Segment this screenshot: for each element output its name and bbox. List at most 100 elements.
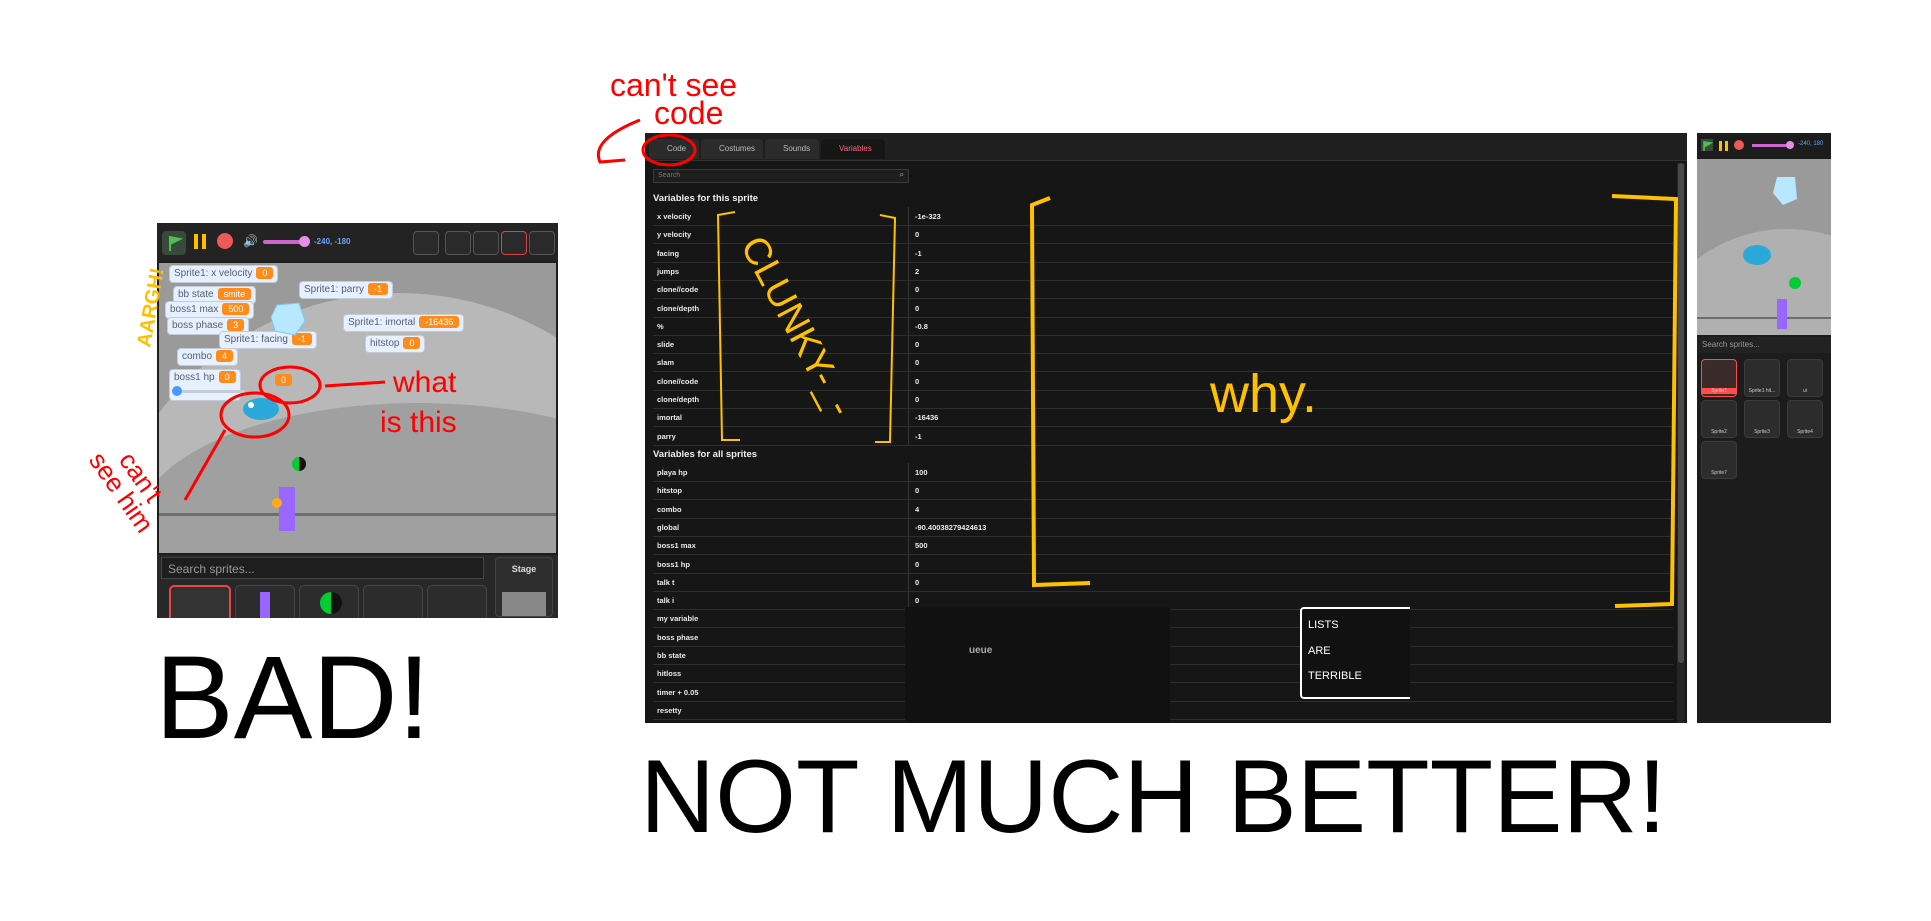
sprite-thumb[interactable]: Sprite3 bbox=[1744, 400, 1780, 438]
variable-value[interactable]: 0 bbox=[915, 486, 919, 495]
variable-value[interactable]: 4 bbox=[915, 505, 919, 514]
variable-value[interactable]: 0 bbox=[915, 230, 919, 239]
variable-name: slam bbox=[657, 358, 675, 368]
variable-name: facing bbox=[657, 248, 680, 258]
right-pause-button[interactable] bbox=[1719, 139, 1729, 151]
right-sprite-search-input[interactable]: Search sprites... bbox=[1697, 337, 1831, 353]
column-divider bbox=[908, 517, 909, 536]
sprite-thumb-label: Sprite4 bbox=[1797, 429, 1813, 435]
monitor-hitstop: hitstop 0 bbox=[365, 335, 426, 353]
green-flag-button[interactable] bbox=[162, 231, 186, 255]
column-divider bbox=[908, 499, 909, 518]
variable-name: y velocity bbox=[657, 230, 692, 240]
sprite-thumb-3[interactable] bbox=[299, 585, 359, 618]
variable-value[interactable]: 0 bbox=[915, 377, 919, 386]
variable-value[interactable]: 0 bbox=[915, 395, 919, 404]
volume-slider[interactable] bbox=[263, 236, 310, 247]
fullscreen-button[interactable] bbox=[529, 231, 555, 255]
variable-row: jumps 2 bbox=[653, 261, 1673, 281]
small-stage-button[interactable] bbox=[445, 231, 471, 255]
variable-value[interactable]: 500 bbox=[915, 541, 928, 550]
stop-button[interactable] bbox=[217, 233, 233, 249]
console-button[interactable] bbox=[413, 231, 439, 255]
stage-canvas[interactable]: Sprite1: x velocity 0 bb state smite Sprit… bbox=[159, 263, 556, 553]
variable-row: global -90.40038279424613 bbox=[653, 517, 1673, 537]
sprite-thumb[interactable]: Sprite7 bbox=[1701, 441, 1737, 479]
list-monitor bbox=[905, 607, 1170, 723]
variable-name: jumps bbox=[657, 266, 680, 276]
variable-value[interactable]: 0 bbox=[915, 578, 919, 587]
variable-value[interactable]: 2 bbox=[915, 267, 919, 276]
editor-scrollbar[interactable] bbox=[1677, 163, 1685, 723]
variable-name: my variable bbox=[657, 614, 699, 624]
monitor-imortal: Sprite1: imortal -16436 bbox=[343, 314, 465, 332]
tab-costumes[interactable]: Costumes bbox=[701, 139, 763, 159]
sprite-thumb[interactable]: ui bbox=[1787, 359, 1823, 397]
column-divider bbox=[908, 225, 909, 244]
variable-value[interactable]: 0 bbox=[915, 304, 919, 313]
variable-name: imortal bbox=[657, 413, 683, 423]
variable-row: % -0.8 bbox=[653, 316, 1673, 336]
sprite-thumb[interactable]: Sprite1 hit... bbox=[1744, 359, 1780, 397]
half-circle-ui-sprite bbox=[292, 457, 306, 471]
tab-sounds[interactable]: Sounds bbox=[765, 139, 819, 159]
tab-variables[interactable]: Variables bbox=[821, 139, 885, 159]
column-divider bbox=[908, 335, 909, 354]
variable-row: hitstop 0 bbox=[653, 481, 1673, 501]
variable-name: slide bbox=[657, 340, 675, 350]
variable-value[interactable]: -1e-323 bbox=[915, 212, 941, 221]
list-items-box: LISTS ARE TERRIBLE bbox=[1300, 607, 1410, 699]
sprite-thumb[interactable]: Sprite2 bbox=[1701, 400, 1737, 438]
variable-value[interactable]: 0 bbox=[915, 285, 919, 294]
right-stop-button[interactable] bbox=[1734, 140, 1744, 150]
stage-selector[interactable]: Stage bbox=[495, 557, 553, 617]
right-green-flag-button[interactable] bbox=[1701, 139, 1714, 151]
monitor-x-velocity: Sprite1: x velocity 0 bbox=[169, 265, 279, 283]
tab-code[interactable]: Code bbox=[649, 139, 699, 159]
variable-row: facing -1 bbox=[653, 243, 1673, 263]
variable-value[interactable]: 0 bbox=[915, 596, 919, 605]
variable-value[interactable]: 0 bbox=[915, 560, 919, 569]
variable-value[interactable]: -0.8 bbox=[915, 322, 928, 331]
monitor-boss1-hp-slider[interactable] bbox=[172, 386, 245, 396]
column-divider bbox=[908, 207, 909, 225]
variable-value[interactable]: 100 bbox=[915, 468, 928, 477]
sprite-search-input[interactable]: Search sprites... bbox=[161, 557, 484, 579]
variable-value[interactable]: -1 bbox=[915, 249, 922, 258]
sprite-thumb[interactable]: Sprite1 bbox=[1701, 359, 1737, 397]
variable-name: talk i bbox=[657, 596, 675, 606]
normal-stage-button[interactable] bbox=[473, 231, 499, 255]
annotation-cant-see: can't see bbox=[610, 67, 737, 103]
list-queue-fragment: ueue bbox=[969, 645, 993, 656]
variable-name: clone//code bbox=[657, 285, 699, 295]
variable-row: slam 0 bbox=[653, 353, 1673, 373]
pause-button[interactable] bbox=[193, 233, 209, 251]
column-divider bbox=[908, 243, 909, 262]
column-divider bbox=[908, 390, 909, 408]
variable-name: hitstop bbox=[657, 486, 682, 496]
sprite-thumb-5[interactable] bbox=[427, 585, 487, 618]
right-volume-slider[interactable] bbox=[1752, 141, 1794, 149]
sprite-thumb-2[interactable] bbox=[235, 585, 295, 618]
large-stage-button[interactable] bbox=[501, 231, 527, 255]
variables-search-input[interactable]: Search ⌕ bbox=[653, 169, 909, 183]
variable-value[interactable]: -90.40038279424613 bbox=[915, 523, 986, 532]
right-stage-background bbox=[1697, 177, 1831, 335]
sprite-thumb-1[interactable] bbox=[169, 585, 231, 618]
variable-value[interactable]: -1 bbox=[915, 432, 922, 441]
volume-icon: 🔊 bbox=[243, 234, 258, 248]
variable-value[interactable]: 0 bbox=[915, 340, 919, 349]
right-stage-player: -240, 180 Search sprites... Sprite1 Sprit… bbox=[1697, 133, 1831, 723]
sprite-thumb-4[interactable] bbox=[363, 585, 423, 618]
annotation-not-much-better: NOT MUCH BETTER! bbox=[640, 739, 1667, 855]
variable-value[interactable]: -16436 bbox=[915, 413, 938, 422]
column-divider bbox=[908, 353, 909, 372]
sprite-thumb-label: Sprite2 bbox=[1711, 429, 1727, 435]
right-stage-canvas[interactable] bbox=[1697, 159, 1831, 335]
variable-value[interactable]: 0 bbox=[915, 358, 919, 367]
variable-name: clone/depth bbox=[657, 303, 700, 313]
variables-editor: Code Costumes Sounds Variables Search ⌕ … bbox=[645, 133, 1687, 723]
search-icon: ⌕ bbox=[899, 170, 904, 179]
sprite-thumb[interactable]: Sprite4 bbox=[1787, 400, 1823, 438]
stage-thumbnail bbox=[502, 592, 546, 616]
